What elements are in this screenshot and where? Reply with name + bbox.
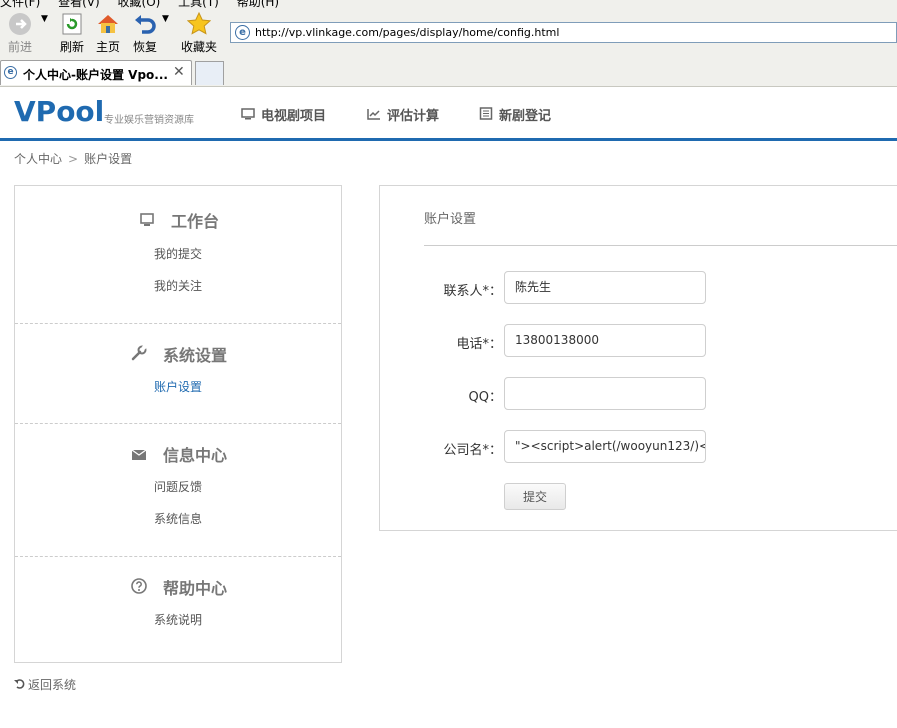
- document-icon: [479, 107, 493, 124]
- contact-label: 联系人*：: [443, 284, 502, 299]
- forward-button[interactable]: 前进: [8, 12, 32, 55]
- phone-label: 电话*：: [456, 337, 502, 352]
- panel-divider: [424, 245, 897, 246]
- sidebar-item-feedback[interactable]: 问题反馈: [15, 478, 341, 495]
- menu-tools[interactable]: 工具(T): [178, 0, 219, 9]
- nav-new-drama[interactable]: 新剧登记: [479, 105, 551, 124]
- forward-dropdown[interactable]: ▼: [41, 14, 48, 24]
- company-input[interactable]: "><script>alert(/wooyun123/)<: [504, 430, 706, 463]
- account-settings-panel: 账户设置: [379, 185, 897, 531]
- menu-view[interactable]: 查看(V): [58, 0, 100, 9]
- sidebar-section-title: 帮助中心: [15, 575, 341, 599]
- breadcrumb-separator: >: [68, 152, 79, 166]
- question-icon: [129, 578, 149, 598]
- home-button[interactable]: 主页: [96, 12, 120, 55]
- contact-input[interactable]: 陈先生: [504, 271, 706, 304]
- menu-favorites[interactable]: 收藏(O): [118, 0, 161, 9]
- dropdown-arrow-icon: ▼: [162, 14, 169, 24]
- chart-icon: [367, 108, 381, 124]
- browser-tab-active[interactable]: e 个人中心-账户设置 Vpo... ✕: [0, 60, 192, 85]
- site-header: VPool 专业娱乐营销资源库 电视剧项目 评估计算 新剧登记: [0, 87, 897, 141]
- qq-input[interactable]: [504, 377, 706, 410]
- sidebar-section-system-settings: 系统设置 账户设置: [15, 323, 341, 424]
- page-icon: e: [4, 66, 17, 79]
- tab-title: 个人中心-账户设置 Vpo...: [23, 68, 168, 82]
- site-logo[interactable]: VPool: [14, 95, 104, 128]
- restore-button[interactable]: 恢复: [133, 12, 157, 55]
- phone-input[interactable]: 13800138000: [504, 324, 706, 357]
- sidebar-item-my-submissions[interactable]: 我的提交: [15, 245, 341, 262]
- sidebar: 工作台 我的提交 我的关注 系统设置 账户设置 信息中心 问题反馈 系统信息 帮…: [14, 185, 342, 663]
- home-icon: [96, 12, 120, 36]
- browser-menubar: 文件(F) 查看(V) 收藏(O) 工具(T) 帮助(H): [0, 0, 293, 9]
- wrench-icon: [129, 345, 149, 365]
- submit-button[interactable]: 提交: [504, 483, 566, 510]
- star-icon: [186, 11, 212, 36]
- sidebar-item-my-follows[interactable]: 我的关注: [15, 277, 341, 294]
- nav-evaluation[interactable]: 评估计算: [367, 105, 439, 124]
- return-icon: [14, 678, 28, 692]
- sidebar-section-help-center: 帮助中心 系统说明: [15, 556, 341, 656]
- sidebar-section-title: 系统设置: [15, 342, 341, 366]
- site-slogan: 专业娱乐营销资源库: [104, 115, 194, 126]
- address-url: http://vp.vlinkage.com/pages/display/hom…: [255, 26, 560, 39]
- undo-icon: [133, 12, 157, 36]
- back-to-system-link[interactable]: 返回系统: [14, 676, 76, 693]
- browser-chrome: 文件(F) 查看(V) 收藏(O) 工具(T) 帮助(H) 前进 ▼ 刷新 主页…: [0, 0, 897, 87]
- sidebar-section-message-center: 信息中心 问题反馈 系统信息: [15, 423, 341, 557]
- sidebar-item-account-settings[interactable]: 账户设置: [15, 378, 341, 395]
- page-icon: e: [235, 25, 250, 40]
- restore-dropdown[interactable]: ▼: [162, 14, 169, 24]
- address-bar[interactable]: e http://vp.vlinkage.com/pages/display/h…: [230, 22, 897, 43]
- refresh-button[interactable]: 刷新: [60, 12, 84, 55]
- panel-title: 账户设置: [424, 212, 477, 227]
- tab-close-icon[interactable]: ✕: [173, 64, 185, 80]
- monitor-icon: [241, 108, 255, 124]
- forward-arrow-icon: [8, 12, 32, 36]
- refresh-icon: [60, 12, 84, 36]
- dropdown-arrow-icon: ▼: [41, 14, 48, 24]
- sidebar-section-title: 信息中心: [15, 442, 341, 466]
- breadcrumb-personal-center[interactable]: 个人中心: [14, 152, 62, 166]
- favorites-button[interactable]: 收藏夹: [181, 11, 217, 55]
- sidebar-section-title: 工作台: [15, 208, 341, 232]
- breadcrumb-account-settings: 账户设置: [84, 152, 133, 166]
- menu-help[interactable]: 帮助(H): [237, 0, 279, 9]
- monitor-icon: [137, 213, 157, 231]
- qq-label: QQ：: [468, 390, 502, 405]
- new-tab-button[interactable]: [195, 61, 224, 85]
- company-label: 公司名*：: [443, 443, 502, 458]
- envelope-icon: [129, 449, 149, 465]
- breadcrumb: 个人中心 > 账户设置: [14, 150, 132, 167]
- sidebar-section-workbench: 工作台 我的提交 我的关注: [15, 186, 341, 324]
- nav-tv-projects[interactable]: 电视剧项目: [241, 105, 326, 124]
- sidebar-item-system-manual[interactable]: 系统说明: [15, 611, 341, 628]
- sidebar-item-system-info[interactable]: 系统信息: [15, 510, 341, 527]
- menu-file[interactable]: 文件(F): [0, 0, 40, 9]
